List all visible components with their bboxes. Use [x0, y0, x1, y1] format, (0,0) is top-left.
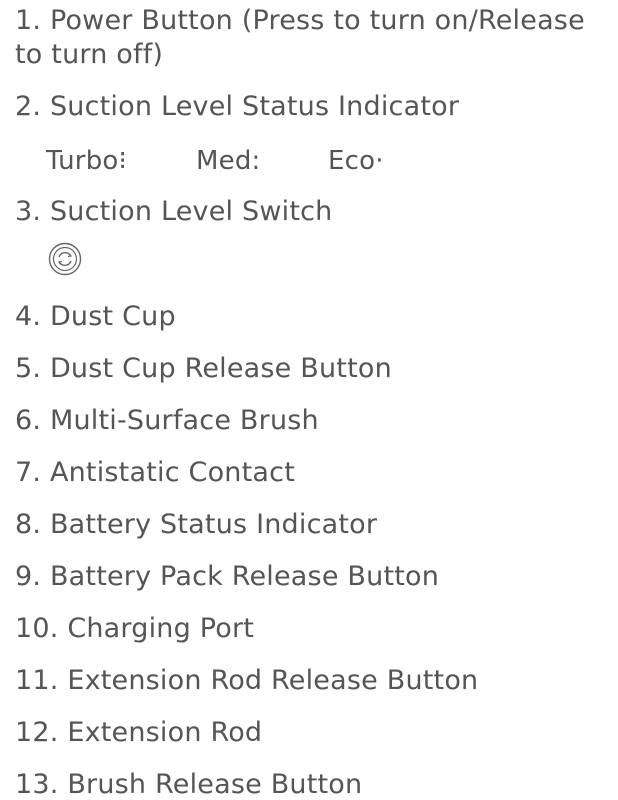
list-item-multi-surface-brush: 6. Multi-Surface Brush: [15, 405, 319, 436]
list-item-battery-indicator: 8. Battery Status Indicator: [15, 509, 378, 540]
suction-levels-row: Turbo⁝ Med: Eco·: [46, 142, 384, 180]
list-item-extension-rod-release: 11. Extension Rod Release Button: [15, 665, 479, 696]
list-item-charging-port: 10. Charging Port: [15, 613, 255, 644]
list-item-antistatic-contact: 7. Antistatic Contact: [15, 457, 295, 488]
list-item-extension-rod: 12. Extension Rod: [15, 717, 263, 748]
suction-switch-icon: [48, 242, 82, 276]
list-item-brush-release: 13. Brush Release Button: [15, 769, 363, 800]
list-item-power-button: 1. Power Button (Press to turn on/Releas…: [15, 5, 585, 70]
list-item-dust-cup: 4. Dust Cup: [15, 301, 176, 332]
level-eco: Eco·: [328, 146, 384, 176]
level-turbo: Turbo⁝: [46, 146, 127, 176]
level-med: Med:: [196, 146, 261, 176]
list-item-dust-cup-release: 5. Dust Cup Release Button: [15, 353, 392, 384]
list-item-suction-indicator: 2. Suction Level Status Indicator: [15, 91, 460, 122]
list-item-battery-release: 9. Battery Pack Release Button: [15, 561, 440, 592]
list-item-suction-switch: 3. Suction Level Switch: [15, 196, 333, 227]
